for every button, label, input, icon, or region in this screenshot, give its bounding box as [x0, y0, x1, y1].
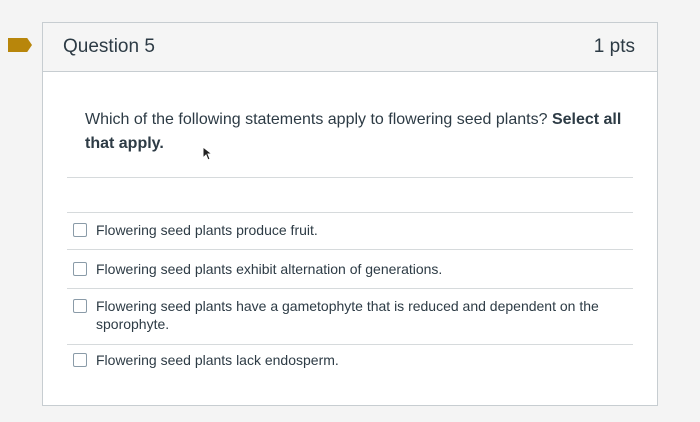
mouse-pointer-icon: [202, 146, 214, 161]
answer-option-4[interactable]: Flowering seed plants lack endosperm.: [73, 351, 633, 369]
answer-label: Flowering seed plants have a gametophyte…: [96, 298, 599, 332]
answer-label: Flowering seed plants lack endosperm.: [96, 352, 339, 368]
answer-option-2[interactable]: Flowering seed plants exhibit alternatio…: [73, 260, 633, 278]
answer-label: Flowering seed plants exhibit alternatio…: [96, 261, 443, 277]
bookmark-flag-icon[interactable]: [8, 38, 32, 52]
answer-option-1[interactable]: Flowering seed plants produce fruit.: [73, 221, 633, 239]
checkbox[interactable]: [73, 223, 87, 237]
checkbox[interactable]: [73, 353, 87, 367]
divider: [67, 344, 633, 345]
question-text-plain: Which of the following statements apply …: [85, 111, 548, 128]
divider: [67, 212, 633, 213]
question-points: 1 pts: [593, 36, 635, 57]
answer-option-3[interactable]: Flowering seed plants have a gametophyte…: [73, 297, 633, 333]
checkbox[interactable]: [73, 299, 87, 313]
answer-label: Flowering seed plants produce fruit.: [96, 222, 318, 238]
checkbox[interactable]: [73, 262, 87, 276]
question-text: Which of the following statements apply …: [85, 108, 625, 156]
divider: [67, 177, 633, 178]
divider: [67, 288, 633, 289]
question-card: Question 5 1 pts Which of the following …: [42, 22, 658, 406]
divider: [67, 249, 633, 250]
question-title: Question 5: [63, 36, 155, 57]
question-header: Question 5 1 pts: [43, 23, 657, 72]
